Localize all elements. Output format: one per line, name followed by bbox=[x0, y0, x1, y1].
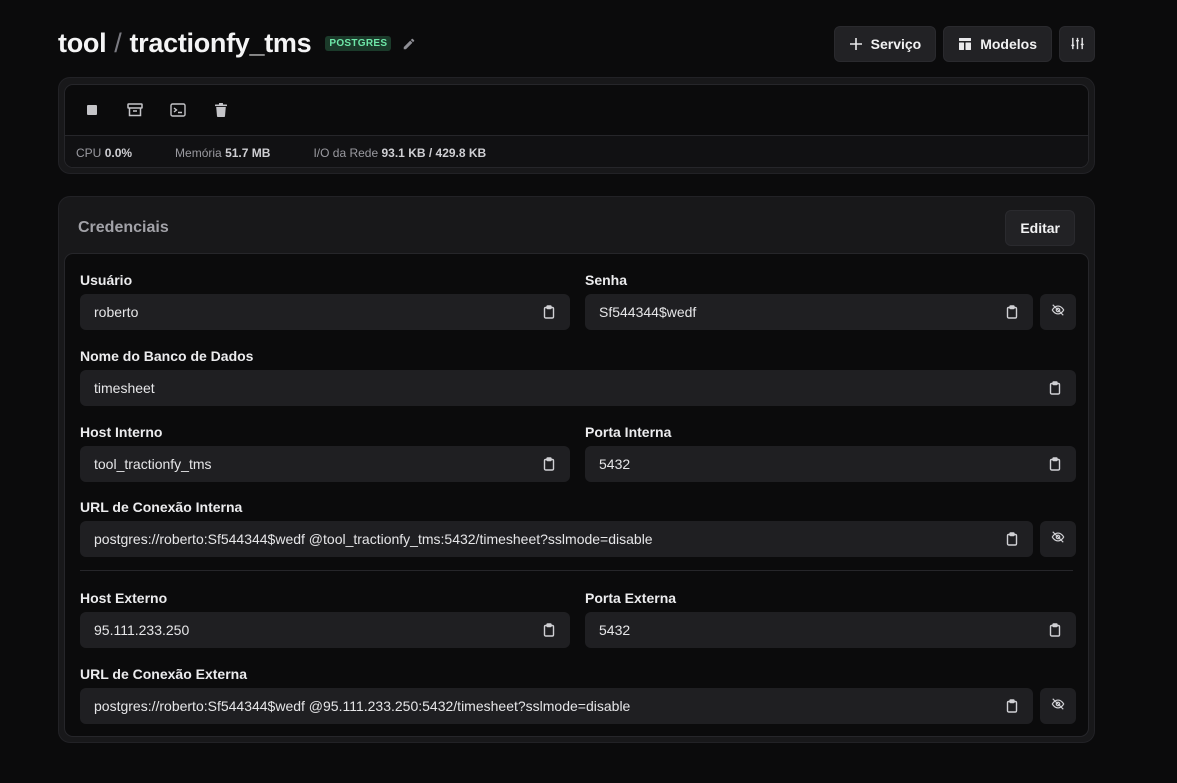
add-service-label: Serviço bbox=[870, 35, 922, 52]
cpu-stat: CPU 0.0% bbox=[76, 146, 132, 160]
internal-port-value: 5432 bbox=[599, 456, 631, 472]
external-port-value: 5432 bbox=[599, 622, 631, 638]
service-type-badge: POSTGRES bbox=[325, 36, 392, 51]
password-input[interactable]: Sf544344$wedf bbox=[585, 294, 1033, 330]
settings-button[interactable] bbox=[1059, 25, 1095, 62]
database-name-input[interactable]: timesheet bbox=[80, 370, 1076, 406]
clipboard-icon[interactable] bbox=[542, 305, 556, 319]
internal-host-label: Host Interno bbox=[80, 424, 163, 440]
stop-icon[interactable] bbox=[83, 101, 101, 119]
internal-url-input[interactable]: postgres://roberto:Sf544344$wedf @tool_t… bbox=[80, 521, 1033, 557]
user-label: Usuário bbox=[80, 272, 133, 288]
resource-stats: CPU 0.0% Memória 51.7 MB I/O da Rede 93.… bbox=[65, 136, 1088, 167]
internal-host-input[interactable]: tool_tractionfy_tms bbox=[80, 446, 570, 482]
clipboard-icon[interactable] bbox=[1048, 381, 1062, 395]
internal-url-field: URL de Conexão Interna postgres://robert… bbox=[80, 498, 1076, 557]
memory-label: Memória bbox=[175, 145, 222, 160]
service-name: tractionfy_tms bbox=[129, 28, 312, 58]
internal-host-value: tool_tractionfy_tms bbox=[94, 456, 212, 472]
edit-credentials-button[interactable]: Editar bbox=[1005, 210, 1075, 246]
external-url-label: URL de Conexão Externa bbox=[80, 666, 248, 682]
section-divider bbox=[80, 570, 1073, 571]
clipboard-icon[interactable] bbox=[1048, 623, 1062, 637]
external-port-input[interactable]: 5432 bbox=[585, 612, 1076, 648]
database-name-value: timesheet bbox=[94, 380, 155, 396]
eye-off-icon bbox=[1051, 697, 1065, 716]
external-host-label: Host Externo bbox=[80, 590, 168, 606]
eye-off-icon bbox=[1051, 530, 1065, 549]
toggle-internal-url-visibility-button[interactable] bbox=[1040, 521, 1076, 557]
internal-url-label: URL de Conexão Interna bbox=[80, 499, 243, 515]
eye-off-icon bbox=[1051, 303, 1065, 322]
plus-icon bbox=[849, 37, 863, 51]
external-host-input[interactable]: 95.111.233.250 bbox=[80, 612, 570, 648]
pencil-icon[interactable] bbox=[402, 37, 416, 51]
layout-template-icon bbox=[958, 37, 972, 51]
toggle-external-url-visibility-button[interactable] bbox=[1040, 688, 1076, 724]
sliders-icon bbox=[1070, 36, 1085, 51]
credentials-header: Credenciais Editar bbox=[78, 210, 1075, 246]
header-actions: Serviço Modelos bbox=[833, 25, 1095, 62]
memory-value: 51.7 MB bbox=[225, 145, 271, 160]
user-field: Usuário roberto bbox=[80, 271, 570, 330]
toggle-password-visibility-button[interactable] bbox=[1040, 294, 1076, 330]
service-control-inner: CPU 0.0% Memória 51.7 MB I/O da Rede 93.… bbox=[64, 84, 1089, 168]
templates-label: Modelos bbox=[980, 35, 1037, 52]
network-label: I/O da Rede bbox=[313, 145, 379, 160]
user-value: roberto bbox=[94, 304, 139, 320]
internal-host-field: Host Interno tool_tractionfy_tms bbox=[80, 423, 570, 482]
user-input[interactable]: roberto bbox=[80, 294, 570, 330]
cpu-label: CPU bbox=[76, 145, 102, 160]
memory-stat: Memória 51.7 MB bbox=[175, 146, 270, 160]
external-host-field: Host Externo 95.111.233.250 bbox=[80, 589, 570, 648]
external-host-value: 95.111.233.250 bbox=[94, 622, 190, 638]
database-name-field: Nome do Banco de Dados timesheet bbox=[80, 347, 1076, 406]
password-value: Sf544344$wedf bbox=[599, 304, 697, 320]
external-url-field: URL de Conexão Externa postgres://robert… bbox=[80, 665, 1076, 724]
project-name[interactable]: tool bbox=[58, 28, 107, 59]
clipboard-icon[interactable] bbox=[1005, 532, 1019, 546]
service-control-panel: CPU 0.0% Memória 51.7 MB I/O da Rede 93.… bbox=[58, 77, 1095, 174]
clipboard-icon[interactable] bbox=[1005, 699, 1019, 713]
password-label: Senha bbox=[585, 272, 628, 288]
page-title: tool / tractionfy_tms bbox=[58, 28, 312, 59]
clipboard-icon[interactable] bbox=[1005, 305, 1019, 319]
password-field: Senha Sf544344$wedf bbox=[585, 271, 1076, 330]
credentials-body: Usuário roberto Senha Sf544344$wedf Nome… bbox=[64, 253, 1089, 737]
internal-port-input[interactable]: 5432 bbox=[585, 446, 1076, 482]
templates-button[interactable]: Modelos bbox=[943, 25, 1052, 62]
clipboard-icon[interactable] bbox=[1048, 457, 1062, 471]
internal-port-field: Porta Interna 5432 bbox=[585, 423, 1076, 482]
external-port-field: Porta Externa 5432 bbox=[585, 589, 1076, 648]
clipboard-icon[interactable] bbox=[542, 457, 556, 471]
trash-icon[interactable] bbox=[212, 101, 230, 119]
network-stat: I/O da Rede 93.1 KB / 429.8 KB bbox=[313, 146, 486, 160]
external-url-input[interactable]: postgres://roberto:Sf544344$wedf @95.111… bbox=[80, 688, 1033, 724]
network-value: 93.1 KB / 429.8 KB bbox=[381, 145, 487, 160]
service-toolbar bbox=[65, 85, 1088, 136]
breadcrumb-separator: / bbox=[114, 28, 122, 58]
internal-port-label: Porta Interna bbox=[585, 424, 672, 440]
archive-icon[interactable] bbox=[126, 101, 144, 119]
external-url-value: postgres://roberto:Sf544344$wedf @95.111… bbox=[94, 698, 631, 714]
database-name-label: Nome do Banco de Dados bbox=[80, 348, 254, 364]
terminal-icon[interactable] bbox=[169, 101, 187, 119]
internal-url-value: postgres://roberto:Sf544344$wedf @tool_t… bbox=[94, 531, 653, 547]
cpu-value: 0.0% bbox=[104, 145, 133, 160]
external-port-label: Porta Externa bbox=[585, 590, 677, 606]
credentials-panel: Credenciais Editar Usuário roberto Senha… bbox=[58, 196, 1095, 743]
page-header: tool / tractionfy_tms POSTGRES Serviço M… bbox=[58, 25, 1095, 62]
credentials-title: Credenciais bbox=[78, 219, 169, 236]
add-service-button[interactable]: Serviço bbox=[833, 25, 937, 62]
clipboard-icon[interactable] bbox=[542, 623, 556, 637]
